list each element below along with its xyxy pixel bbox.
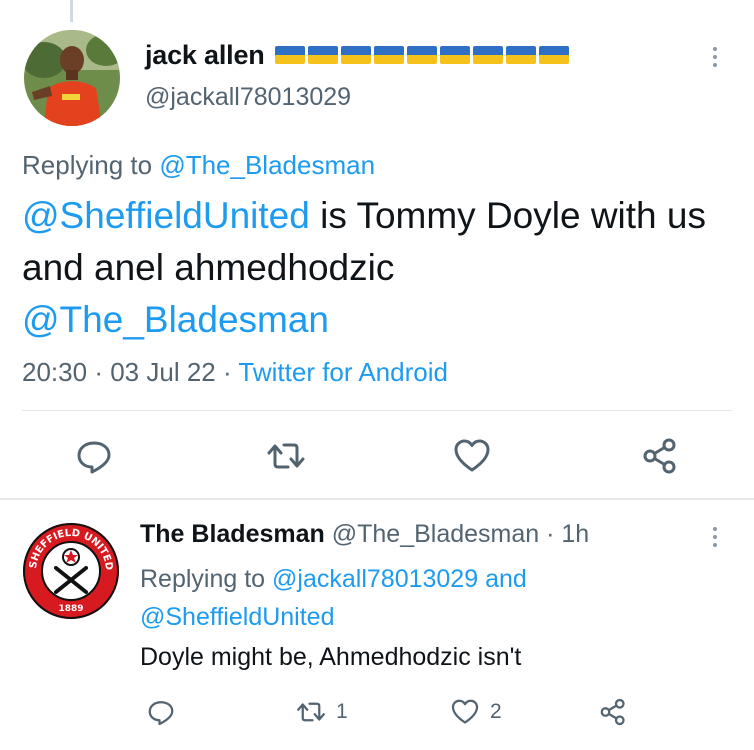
retweet-icon	[297, 702, 325, 722]
avatar-photo	[24, 30, 120, 126]
badge-year: 1889	[58, 604, 83, 614]
user-handle[interactable]: @The_Bladesman	[332, 520, 539, 548]
tweet-age[interactable]: 1h	[561, 520, 589, 548]
like-button[interactable]: 2	[450, 696, 502, 728]
like-icon[interactable]	[452, 436, 492, 476]
tweet-actions: 1 2	[0, 696, 754, 732]
ukraine-flag-icon	[407, 46, 438, 65]
ukraine-flag-icon	[473, 46, 504, 65]
retweet-icon[interactable]	[266, 436, 306, 476]
ukraine-flag-icon	[506, 46, 537, 65]
replying-to-line: Replying to @The_Bladesman	[22, 150, 375, 181]
like-icon	[451, 699, 479, 724]
share-button[interactable]	[598, 696, 628, 728]
reply-icon	[148, 701, 174, 726]
tweet-source[interactable]: Twitter for Android	[238, 357, 448, 387]
reply-header: The Bladesman @The_Bladesman · 1h	[140, 520, 589, 549]
ukraine-flags	[275, 46, 572, 65]
separator-dot: ·	[546, 520, 555, 548]
replying-to-link[interactable]: @The_Bladesman	[159, 150, 375, 180]
tweet-time[interactable]: 20:30	[22, 357, 87, 387]
retweet-count: 1	[336, 700, 348, 723]
reply-icon[interactable]	[74, 436, 114, 476]
user-handle[interactable]: @jackall78013029	[145, 83, 572, 112]
share-icon[interactable]	[640, 436, 680, 476]
share-icon	[600, 698, 625, 726]
replying-to-line: Replying to @jackall78013029 and @Sheffi…	[140, 560, 527, 636]
retweet-button[interactable]: 1	[296, 696, 348, 728]
tweet-text: @SheffieldUnited is Tommy Doyle with us …	[22, 190, 722, 346]
replying-prefix: Replying to	[140, 565, 266, 593]
ukraine-flag-icon	[374, 46, 405, 65]
mention-link[interactable]: @The_Bladesman	[22, 299, 329, 340]
divider	[22, 410, 732, 411]
more-icon[interactable]	[710, 47, 720, 73]
replying-to-link[interactable]: @jackall78013029	[272, 565, 478, 593]
more-icon[interactable]	[710, 527, 720, 553]
ukraine-flag-icon	[341, 46, 372, 65]
avatar[interactable]	[24, 30, 120, 126]
reply-button[interactable]	[146, 696, 176, 728]
ukraine-flag-icon	[308, 46, 339, 65]
separator-dot: ·	[94, 357, 103, 387]
replying-prefix: Replying to	[22, 150, 153, 180]
tweet-actions	[0, 436, 754, 480]
main-tweet: jack allen @jackall78013029 Replying to …	[0, 0, 754, 500]
replying-to-link[interactable]: @SheffieldUnited	[140, 603, 334, 631]
like-count: 2	[490, 700, 502, 723]
ukraine-flag-icon	[539, 46, 570, 65]
reply-tweet[interactable]: SHEFFIELD UNITED F.C. 1889 The Bladesman…	[0, 500, 754, 750]
display-name[interactable]: The Bladesman	[140, 520, 325, 548]
tweet-date[interactable]: 03 Jul 22	[110, 357, 216, 387]
replying-and: and	[485, 565, 527, 593]
user-info: jack allen @jackall78013029	[145, 40, 572, 112]
avatar[interactable]: SHEFFIELD UNITED F.C. 1889	[16, 512, 122, 622]
mention-link[interactable]: @SheffieldUnited	[22, 195, 310, 236]
tweet-meta: 20:30 · 03 Jul 22 · Twitter for Android	[22, 357, 448, 388]
tweet-text: Doyle might be, Ahmedhodzic isn't	[140, 643, 522, 671]
club-badge-icon: SHEFFIELD UNITED F.C. 1889	[16, 512, 119, 619]
ukraine-flag-icon	[440, 46, 471, 65]
ukraine-flag-icon	[275, 46, 306, 65]
separator-dot: ·	[222, 357, 232, 387]
display-name[interactable]: jack allen	[145, 40, 265, 71]
